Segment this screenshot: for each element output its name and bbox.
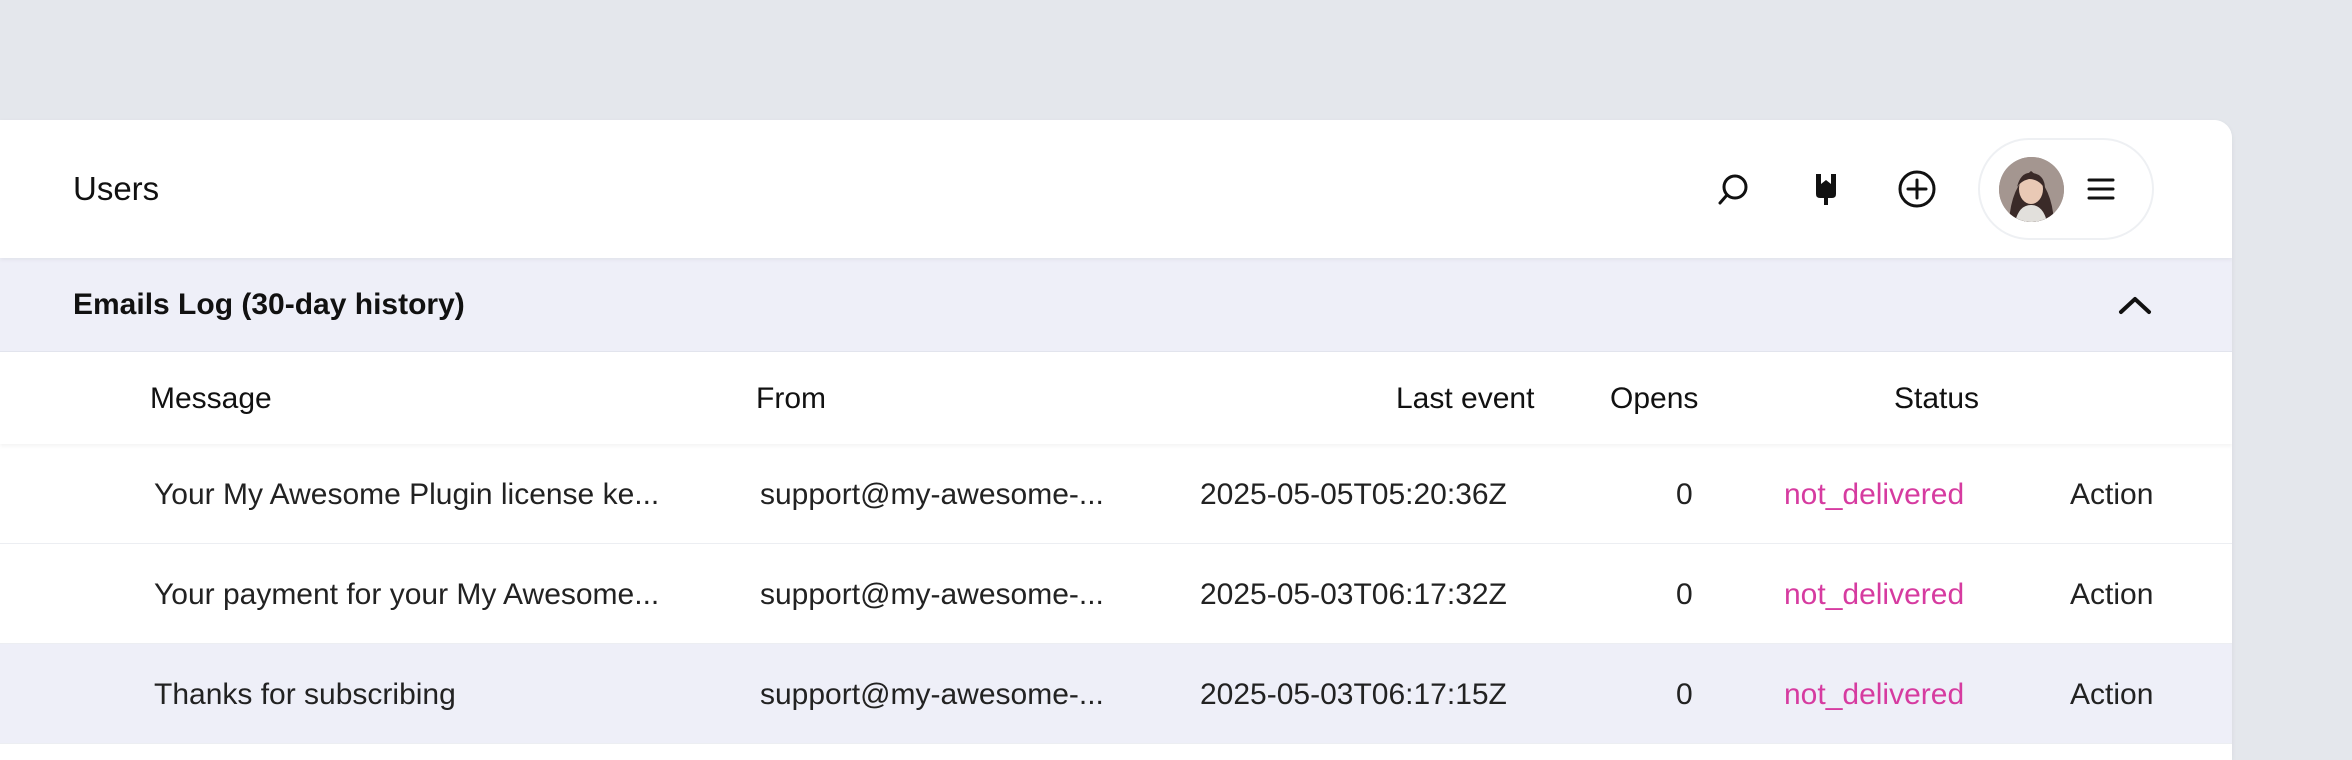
cell-last-event: 2025-05-03T06:17:32Z [1200,578,1507,611]
column-header-from[interactable]: From [756,382,826,416]
user-menu[interactable] [1978,138,2154,240]
menu-icon[interactable] [2086,176,2116,202]
table-header: Message From Last event Opens Status [0,352,2232,444]
bookmark-icon [1816,174,1836,205]
cell-status: not_delivered [1784,678,1965,711]
column-header-last-event[interactable]: Last event [1396,382,1534,416]
cell-from: support@my-awesome-... [760,478,1104,511]
action-button[interactable]: Action [2070,678,2153,712]
cell-opens: 0 [1676,478,1693,511]
search-button[interactable] [1705,160,1763,218]
page-title: Users [73,170,160,207]
table-row[interactable]: Your My Awesome Plugin license ke... sup… [0,444,2232,544]
cell-message: Thanks for subscribing [154,678,456,711]
cell-message: Your My Awesome Plugin license ke... [154,478,660,511]
cell-message: Your payment for your My Awesome... [154,578,660,611]
top-bar: Users [0,120,2232,258]
cell-opens: 0 [1676,578,1693,611]
cell-last-event: 2025-05-05T05:20:36Z [1200,478,1507,511]
action-button[interactable]: Action [2070,578,2153,612]
section-title: Emails Log (30-day history) [73,288,465,321]
cell-last-event: 2025-05-03T06:17:15Z [1200,678,1507,711]
emails-log-section-header[interactable]: Emails Log (30-day history) [0,258,2232,352]
cell-from: support@my-awesome-... [760,578,1104,611]
add-circle-icon [1898,170,1936,208]
action-button[interactable]: Action [2070,478,2153,512]
column-header-opens[interactable]: Opens [1610,382,1698,416]
cell-status: not_delivered [1784,478,1965,511]
collapse-button[interactable] [2110,280,2160,330]
chevron-up-icon [2119,297,2151,314]
search-icon [1718,174,1748,205]
bookmark-button[interactable] [1797,160,1855,218]
column-header-message[interactable]: Message [150,382,272,416]
column-header-status[interactable]: Status [1894,382,1979,416]
users-panel: Users Emails Log (30-day history) Messag… [0,120,2232,760]
add-button[interactable] [1888,160,1946,218]
cell-from: support@my-awesome-... [760,678,1104,711]
cell-opens: 0 [1676,678,1693,711]
table-row[interactable]: Thanks for subscribing support@my-awesom… [0,644,2232,744]
cell-status: not_delivered [1784,578,1965,611]
avatar[interactable] [1999,156,2064,222]
table-row[interactable]: Your payment for your My Awesome... supp… [0,544,2232,644]
